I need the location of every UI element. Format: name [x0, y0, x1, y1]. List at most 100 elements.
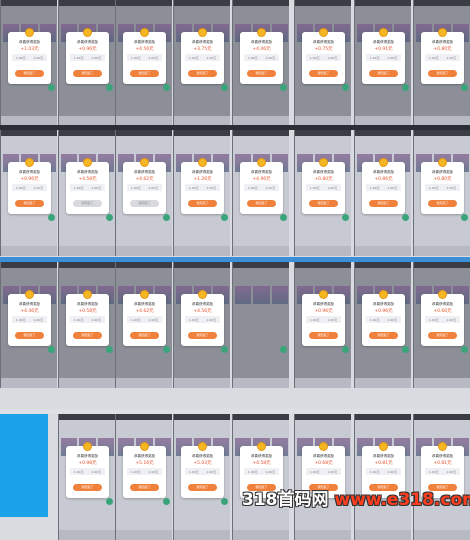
- float-button[interactable]: [280, 214, 287, 221]
- coin-icon: [438, 28, 447, 37]
- reward-row: 1.00元 1.00元: [366, 184, 401, 191]
- reward-row: 1.00元 1.00元: [244, 468, 279, 475]
- phone-screenshot: 恭喜获得奖励 +0.96元 1.00元 1.00元 我知道了: [354, 262, 411, 388]
- reward-modal: 恭喜获得奖励 +4.56元 1.00元 1.00元 我知道了: [181, 290, 224, 346]
- float-button[interactable]: [342, 346, 349, 353]
- confirm-button[interactable]: 我知道了: [309, 200, 338, 207]
- confirm-button[interactable]: 我知道了: [369, 332, 398, 339]
- confirm-button[interactable]: 我知道了: [73, 70, 102, 77]
- float-button[interactable]: [342, 214, 349, 221]
- modal-title: 恭喜获得奖励: [134, 170, 155, 174]
- phone-screenshot: 恭喜获得奖励 +0.81元 1.00元 1.00元 我知道了: [413, 414, 470, 540]
- confirm-button[interactable]: 我知道了: [247, 200, 276, 207]
- phone-screenshot: 恭喜获得奖励 +0.80元 1.00元 1.00元 我知道了: [413, 130, 470, 256]
- modal-title: 恭喜获得奖励: [313, 170, 334, 174]
- float-button[interactable]: [461, 346, 468, 353]
- float-button[interactable]: [106, 498, 113, 505]
- watermark-brand: 318首码网: [242, 490, 329, 510]
- confirm-button[interactable]: 我知道了: [428, 70, 457, 77]
- confirm-button[interactable]: 我知道了: [188, 332, 217, 339]
- reward-modal: 恭喜获得奖励 +1.03元 1.00元 1.00元 我知道了: [8, 28, 51, 84]
- reward-amount: +4.56元: [135, 47, 154, 52]
- float-button[interactable]: [402, 84, 409, 91]
- confirm-button[interactable]: 我知道了: [309, 332, 338, 339]
- float-button[interactable]: [461, 84, 468, 91]
- float-button[interactable]: [402, 346, 409, 353]
- float-button[interactable]: [48, 84, 55, 91]
- tab-bar: [174, 246, 230, 256]
- float-button[interactable]: [280, 84, 287, 91]
- confirm-button[interactable]: 我知道了: [428, 200, 457, 207]
- float-button[interactable]: [342, 84, 349, 91]
- taskbar-mid: [0, 257, 470, 262]
- float-button[interactable]: [48, 214, 55, 221]
- modal-title: 恭喜获得奖励: [432, 302, 453, 306]
- reward-amount: +0.96元: [314, 309, 333, 314]
- tab-bar: [116, 530, 172, 540]
- float-button[interactable]: [106, 346, 113, 353]
- confirm-button[interactable]: 我知道了: [15, 70, 44, 77]
- confirm-button[interactable]: 我知道了: [130, 484, 159, 491]
- confirm-button[interactable]: 我知道了: [428, 332, 457, 339]
- modal-title: 恭喜获得奖励: [432, 40, 453, 44]
- float-button[interactable]: [163, 498, 170, 505]
- phone-screenshot: 恭喜获得奖励 +0.58元 1.00元 1.00元 我知道了: [58, 262, 115, 388]
- float-button[interactable]: [106, 214, 113, 221]
- reward-row: 1.00元 1.00元: [127, 54, 162, 61]
- float-button[interactable]: [163, 214, 170, 221]
- tab-bar: [174, 378, 230, 388]
- reward-amount: +1.03元: [20, 47, 39, 52]
- modal-title: 恭喜获得奖励: [192, 170, 213, 174]
- modal-title: 恭喜获得奖励: [313, 40, 334, 44]
- confirm-button[interactable]: 我知道了: [247, 70, 276, 77]
- tab-bar: [233, 530, 289, 540]
- float-button[interactable]: [221, 214, 228, 221]
- reward-modal: 恭喜获得奖励 +0.66元 1.00元 1.00元 我知道了: [421, 290, 464, 346]
- reward-amount: +0.96元: [20, 177, 39, 182]
- coin-icon: [438, 442, 447, 451]
- confirm-button[interactable]: 我知道了: [73, 484, 102, 491]
- confirm-button[interactable]: 我知道了: [188, 200, 217, 207]
- tab-bar: [174, 530, 230, 540]
- confirm-button[interactable]: 我知道了: [130, 332, 159, 339]
- reward-amount: +0.96元: [78, 47, 97, 52]
- float-button[interactable]: [221, 498, 228, 505]
- float-button[interactable]: [402, 214, 409, 221]
- tab-bar: [116, 246, 172, 256]
- taskbar-low: [0, 409, 470, 414]
- float-button[interactable]: [48, 346, 55, 353]
- reward-amount: +4.56元: [193, 309, 212, 314]
- float-button[interactable]: [106, 84, 113, 91]
- confirm-button[interactable]: 我知道了: [369, 200, 398, 207]
- reward-amount: +0.91元: [374, 47, 393, 52]
- reward-row: 1.00元 1.00元: [185, 54, 220, 61]
- float-button[interactable]: [461, 214, 468, 221]
- float-button[interactable]: [221, 346, 228, 353]
- confirm-button[interactable]: 我知道了: [309, 70, 338, 77]
- modal-title: 恭喜获得奖励: [251, 170, 272, 174]
- confirm-button[interactable]: 我知道了: [188, 484, 217, 491]
- confirm-button[interactable]: 我知道了: [130, 70, 159, 77]
- tab-bar: [233, 378, 289, 388]
- float-button[interactable]: [163, 346, 170, 353]
- confirm-button[interactable]: 我知道了: [73, 200, 102, 207]
- coin-icon: [83, 442, 92, 451]
- float-button[interactable]: [221, 84, 228, 91]
- modal-title: 恭喜获得奖励: [134, 302, 155, 306]
- confirm-button[interactable]: 我知道了: [130, 200, 159, 207]
- confirm-button[interactable]: 我知道了: [188, 70, 217, 77]
- confirm-button[interactable]: 我知道了: [369, 70, 398, 77]
- reward-amount: +0.86元: [374, 177, 393, 182]
- confirm-button[interactable]: 我知道了: [73, 332, 102, 339]
- modal-title: 恭喜获得奖励: [251, 40, 272, 44]
- float-button[interactable]: [280, 346, 287, 353]
- modal-title: 恭喜获得奖励: [313, 454, 334, 458]
- modal-title: 恭喜获得奖励: [373, 40, 394, 44]
- confirm-button[interactable]: 我知道了: [15, 332, 44, 339]
- reward-amount: +0.66元: [433, 309, 452, 314]
- confirm-button[interactable]: 我知道了: [15, 200, 44, 207]
- tab-bar: [355, 246, 411, 256]
- coin-icon: [257, 158, 266, 167]
- phone-screenshot: 恭喜获得奖励 +0.80元 1.00元 1.00元 我知道了: [294, 130, 351, 256]
- float-button[interactable]: [163, 84, 170, 91]
